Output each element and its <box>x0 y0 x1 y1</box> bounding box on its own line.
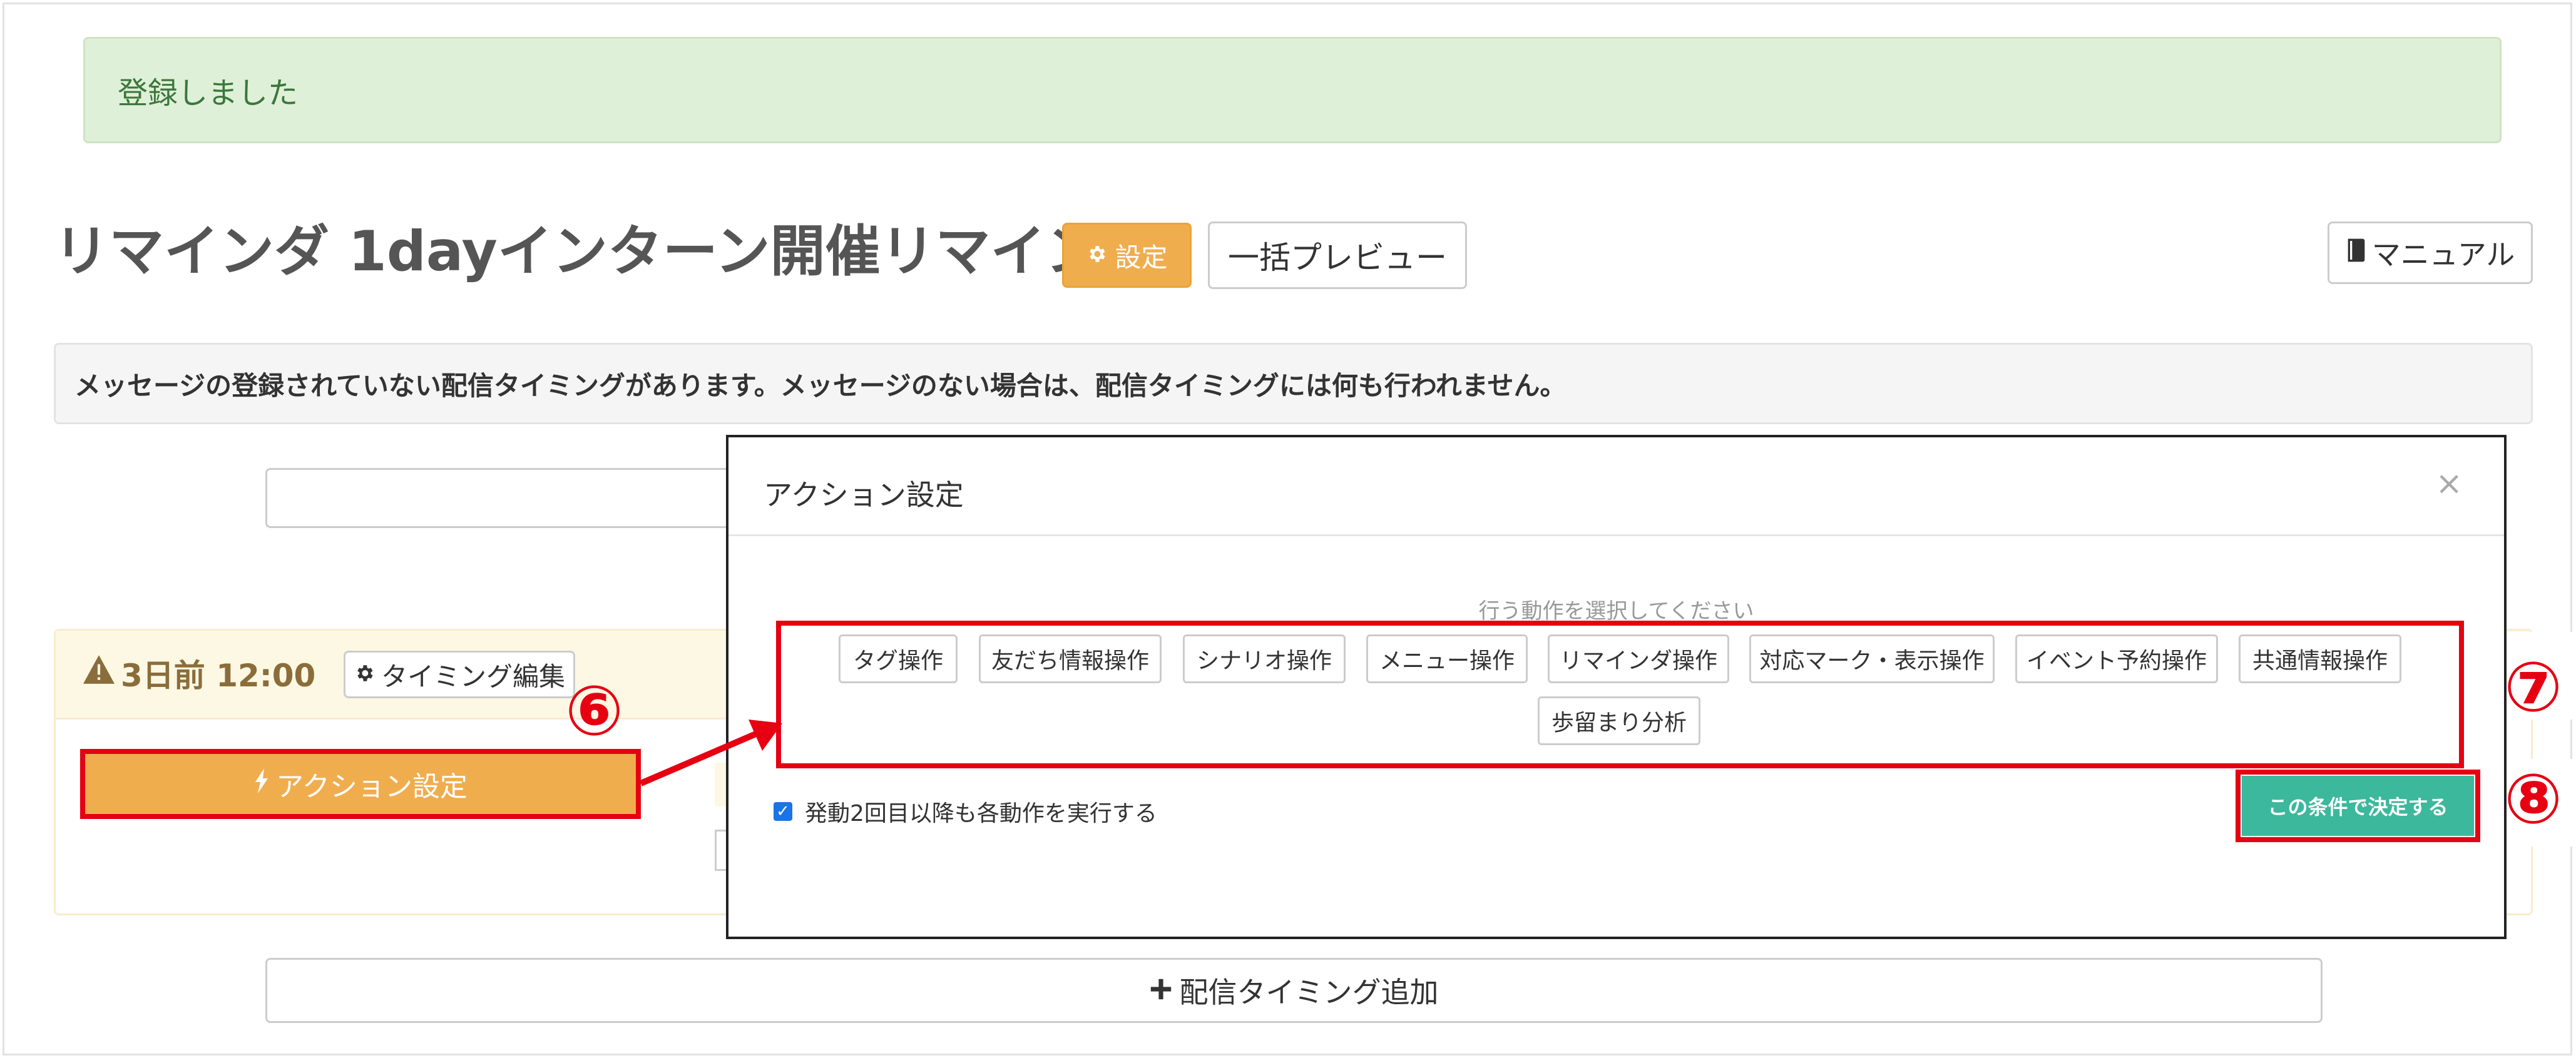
arrow-icon <box>640 720 782 786</box>
